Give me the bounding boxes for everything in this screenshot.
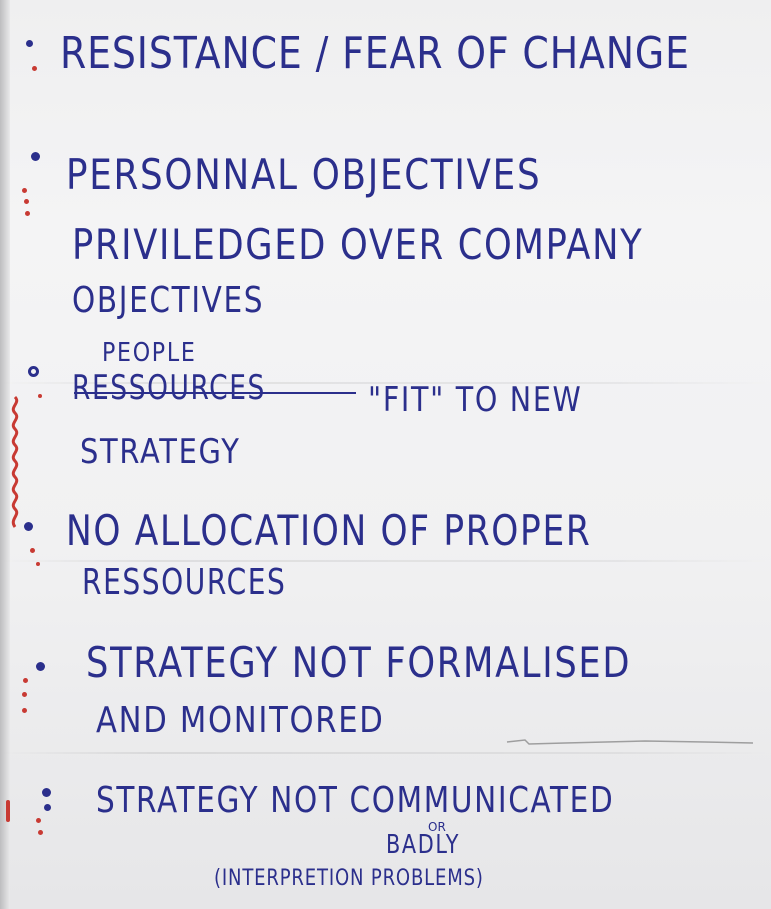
item-4-line-1: NO ALLOCATION OF PROPER [66,506,592,555]
red-dot [22,692,27,697]
bullet-icon [42,788,51,797]
item-1-line-1: RESISTANCE / FEAR OF CHANGE [60,28,690,79]
red-dot [23,678,28,683]
red-margin-scribble [11,395,19,528]
item-6-line-3: (INTERPRETION PROBLEMS) [214,866,484,891]
red-dot [38,830,43,835]
paper-fold [0,752,771,754]
red-dot [24,199,29,204]
item-3-line-1: "FIT" TO NEW [368,380,583,420]
item-2-line-3: OBJECTIVES [72,280,265,321]
strikethrough-line [74,392,356,394]
red-dot [38,394,42,398]
item-2-line-2: PRIVILEDGED OVER COMPANY [72,220,644,269]
red-dot [36,818,41,823]
item-6-line-2: BADLY [386,830,461,860]
flipchart-photo: RESISTANCE / FEAR OF CHANGE PERSONNAL OB… [0,0,771,909]
bullet-icon [44,804,51,811]
bullet-icon [36,662,45,671]
bullet-icon [26,40,33,47]
red-dot [32,66,37,71]
item-3-line-2: STRATEGY [80,432,241,472]
red-mark [6,800,10,822]
bullet-icon [28,366,39,377]
red-dot [25,211,30,216]
marker-smudge [506,739,754,745]
item-5-line-2: AND MONITORED [96,700,385,741]
bullet-icon [31,152,40,161]
red-dot [30,548,35,553]
bullet-icon [24,522,33,531]
item-6-line-1: STRATEGY NOT COMMUNICATED [96,780,615,821]
item-4-line-2: RESSOURCES [82,562,287,603]
item-2-line-1: PERSONNAL OBJECTIVES [66,150,542,199]
red-dot [36,562,40,566]
red-dot [22,188,27,193]
item-3-struck-word: RESSOURCES [72,368,266,408]
red-dot [22,708,27,713]
item-3-insert: PEOPLE [102,338,197,368]
item-5-line-1: STRATEGY NOT FORMALISED [86,638,632,687]
